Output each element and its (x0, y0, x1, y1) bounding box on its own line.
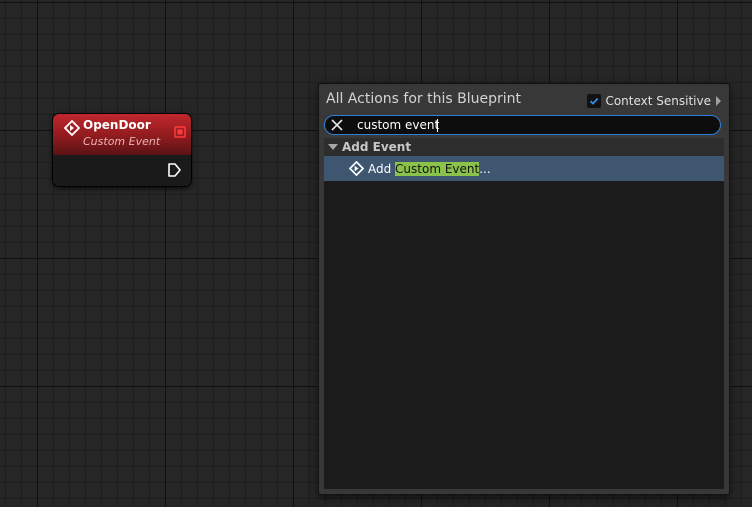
checkmark-icon (590, 97, 599, 105)
search-input[interactable] (357, 116, 697, 134)
search-box[interactable] (324, 115, 721, 135)
node-header[interactable]: OpenDoor Custom Event (53, 114, 191, 155)
blueprint-graph-canvas[interactable]: OpenDoor Custom Event All Actions for th… (0, 0, 752, 507)
action-label-prefix: Add (368, 161, 396, 176)
custom-event-node[interactable]: OpenDoor Custom Event (53, 114, 191, 186)
category-label: Add Event (342, 140, 412, 154)
node-body (53, 155, 191, 186)
expand-arrow-icon[interactable] (716, 96, 721, 106)
search-match-highlight: Custom Event (395, 161, 480, 176)
event-diamond-icon (349, 161, 364, 176)
clear-search-icon[interactable] (330, 118, 344, 132)
context-sensitive-toggle[interactable]: Context Sensitive (587, 92, 721, 110)
action-label-suffix: ... (479, 161, 491, 176)
exec-output-pin-icon[interactable] (167, 163, 181, 177)
collapse-triangle-icon[interactable] (328, 144, 338, 150)
delegate-pin-icon[interactable] (174, 126, 186, 138)
context-sensitive-label: Context Sensitive (605, 94, 711, 108)
node-title: OpenDoor (83, 118, 151, 132)
category-add-event[interactable]: Add Event (324, 138, 724, 156)
action-menu: All Actions for this Blueprint Context S… (319, 84, 729, 494)
action-label: Add Custom Event... (368, 161, 491, 176)
text-caret (437, 119, 438, 132)
action-list[interactable]: Add Event Add Custom Event... (324, 138, 724, 489)
context-sensitive-checkbox[interactable] (587, 94, 602, 108)
event-diamond-icon (64, 120, 80, 136)
menu-title: All Actions for this Blueprint (326, 91, 521, 107)
node-subtitle: Custom Event (83, 135, 161, 148)
action-add-custom-event[interactable]: Add Custom Event... (324, 156, 724, 181)
